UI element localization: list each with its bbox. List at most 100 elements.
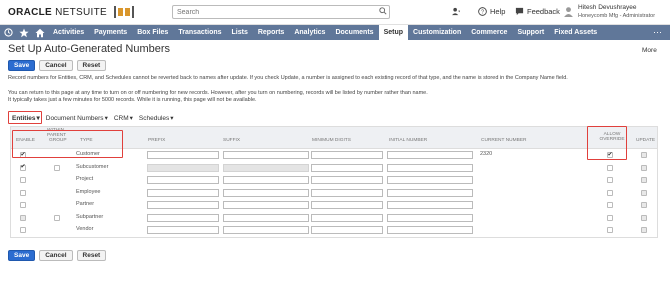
- nav-customization[interactable]: Customization: [408, 25, 466, 40]
- update-checkbox[interactable]: [641, 177, 647, 183]
- user-role[interactable]: Honeycomb Mfg - Administrator: [578, 13, 655, 19]
- type-label: Project: [76, 176, 94, 182]
- nav-lists[interactable]: Lists: [227, 25, 253, 40]
- allow-override-checkbox[interactable]: [607, 214, 613, 221]
- subtab-crm[interactable]: CRM ▾: [114, 114, 133, 123]
- prefix-input[interactable]: [147, 226, 219, 234]
- cancel-button[interactable]: Cancel: [39, 60, 73, 71]
- within-parent-group-checkbox[interactable]: [54, 164, 60, 171]
- chevron-down-icon: ▾: [104, 115, 108, 122]
- nav-shortcuts-button[interactable]: [16, 25, 32, 40]
- nav-transactions[interactable]: Transactions: [173, 25, 226, 40]
- top-header: ORACLE NETSUITE ? Help Feedback H: [0, 0, 670, 25]
- cancel-button-bottom[interactable]: Cancel: [39, 250, 73, 261]
- subtab-entities[interactable]: Entities ▾: [12, 114, 40, 123]
- enable-checkbox[interactable]: [20, 177, 26, 183]
- enable-checkbox[interactable]: [20, 202, 26, 208]
- prefix-input[interactable]: [147, 213, 219, 222]
- help-link[interactable]: ? Help: [478, 7, 505, 16]
- suffix-input[interactable]: [223, 201, 309, 209]
- netsuite-logo[interactable]: ORACLE NETSUITE: [8, 7, 107, 18]
- allow-override-checkbox[interactable]: [607, 227, 613, 233]
- minimum-digits-input[interactable]: [311, 213, 383, 222]
- initial-number-input[interactable]: [387, 163, 473, 172]
- nav-home-button[interactable]: [32, 25, 48, 40]
- enable-checkbox[interactable]: [20, 163, 26, 171]
- initial-number-input[interactable]: [387, 188, 473, 197]
- minimum-digits-input[interactable]: [311, 226, 383, 234]
- nav-documents[interactable]: Documents: [330, 25, 378, 40]
- allow-override-checkbox[interactable]: [607, 164, 613, 171]
- minimum-digits-input[interactable]: [311, 201, 383, 209]
- reset-button-bottom[interactable]: Reset: [76, 250, 107, 261]
- enable-checkbox[interactable]: [20, 214, 26, 221]
- suffix-input[interactable]: [223, 151, 309, 159]
- suffix-input[interactable]: [223, 213, 309, 222]
- initial-number-input[interactable]: [387, 213, 473, 222]
- suffix-input[interactable]: [223, 176, 309, 184]
- prefix-input[interactable]: [147, 151, 219, 159]
- entities-numbering-table: ENABLE WITHIN PARENT GROUP TYPE PREFIX S…: [10, 126, 658, 238]
- nav-analytics[interactable]: Analytics: [289, 25, 330, 40]
- nav-setup[interactable]: Setup: [378, 25, 409, 40]
- reset-button[interactable]: Reset: [76, 60, 107, 71]
- table-row-customer: Customer 2320: [11, 149, 657, 162]
- allow-override-checkbox[interactable]: [607, 202, 613, 208]
- update-checkbox[interactable]: [641, 227, 647, 233]
- user-avatar-icon[interactable]: [563, 6, 574, 17]
- search-icon[interactable]: [379, 7, 387, 15]
- prefix-input[interactable]: [147, 163, 219, 172]
- enable-checkbox[interactable]: [20, 227, 26, 233]
- prefix-input[interactable]: [147, 176, 219, 184]
- nav-commerce[interactable]: Commerce: [466, 25, 512, 40]
- save-button[interactable]: Save: [8, 60, 36, 71]
- nav-more-button[interactable]: ⋯: [645, 25, 670, 40]
- nav-fixed-assets[interactable]: Fixed Assets: [549, 25, 602, 40]
- nav-recent-button[interactable]: [0, 25, 16, 40]
- nav-payments[interactable]: Payments: [89, 25, 132, 40]
- minimum-digits-input[interactable]: [311, 151, 383, 159]
- nav-reports[interactable]: Reports: [253, 25, 289, 40]
- within-parent-group-checkbox[interactable]: [54, 214, 60, 221]
- subtab-document-numbers[interactable]: Document Numbers ▾: [46, 114, 108, 123]
- subtab-schedules[interactable]: Schedules ▾: [139, 114, 174, 123]
- nav-support[interactable]: Support: [512, 25, 549, 40]
- feedback-link[interactable]: Feedback: [515, 7, 560, 16]
- enable-checkbox[interactable]: [20, 189, 26, 196]
- user-name[interactable]: Hitesh Devushrayee: [578, 4, 637, 11]
- update-checkbox[interactable]: [641, 164, 647, 171]
- type-label: Employee: [76, 188, 101, 195]
- suffix-input[interactable]: [223, 163, 309, 172]
- suffix-input[interactable]: [223, 188, 309, 197]
- allow-override-checkbox[interactable]: [607, 151, 613, 158]
- prefix-input[interactable]: [147, 188, 219, 197]
- col-allow-override: ALLOW OVERRIDE: [599, 132, 625, 142]
- subtab-bar: Entities ▾ Document Numbers ▾ CRM ▾ Sche…: [12, 114, 174, 123]
- recent-records-menu[interactable]: [452, 7, 461, 16]
- nav-box-files[interactable]: Box Files: [132, 25, 173, 40]
- enable-checkbox[interactable]: [20, 151, 26, 158]
- prefix-input[interactable]: [147, 201, 219, 209]
- minimum-digits-input[interactable]: [311, 163, 383, 172]
- suffix-input[interactable]: [223, 226, 309, 234]
- logo-oracle-text: ORACLE: [8, 7, 53, 18]
- update-checkbox[interactable]: [641, 202, 647, 208]
- table-row-subpartner: Subpartner: [11, 212, 657, 225]
- allow-override-checkbox[interactable]: [607, 189, 613, 196]
- update-checkbox[interactable]: [641, 152, 647, 158]
- save-button-bottom[interactable]: Save: [8, 250, 36, 261]
- global-search-input[interactable]: [172, 5, 390, 19]
- initial-number-input[interactable]: [387, 176, 473, 184]
- minimum-digits-input[interactable]: [311, 176, 383, 184]
- update-checkbox[interactable]: [641, 214, 647, 221]
- type-label: Partner: [76, 201, 95, 207]
- initial-number-input[interactable]: [387, 226, 473, 234]
- minimum-digits-input[interactable]: [311, 188, 383, 197]
- allow-override-checkbox[interactable]: [607, 177, 613, 183]
- more-link[interactable]: More: [642, 47, 657, 54]
- update-checkbox[interactable]: [641, 189, 647, 196]
- type-label: Subcustomer: [76, 163, 109, 170]
- nav-activities[interactable]: Activities: [48, 25, 89, 40]
- initial-number-input[interactable]: [387, 201, 473, 209]
- initial-number-input[interactable]: [387, 151, 473, 159]
